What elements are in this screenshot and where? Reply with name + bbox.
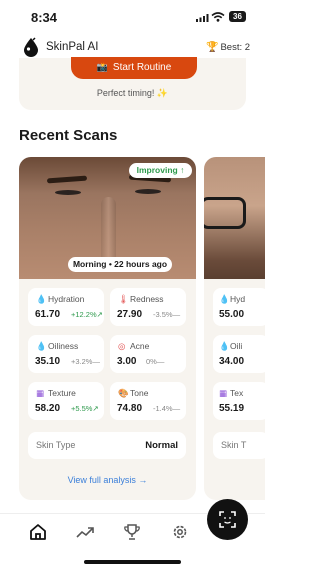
app-logo-icon bbox=[24, 37, 38, 57]
metric-label: Tone bbox=[130, 388, 149, 398]
scan-card[interactable]: Improving ↑ Morning • 22 hours ago 💧 Hyd… bbox=[19, 157, 196, 500]
face-brow-left bbox=[46, 175, 88, 184]
app-title: SkinPal AI bbox=[46, 41, 99, 53]
metric-label: Hydration bbox=[48, 294, 85, 304]
oil-drop-icon: 💧 bbox=[219, 341, 230, 351]
scan-photo bbox=[204, 157, 265, 279]
metric-label: Redness bbox=[130, 294, 164, 304]
palette-icon: 🎨 bbox=[118, 388, 129, 398]
start-routine-label: Start Routine bbox=[112, 62, 172, 73]
metric-value: 61.70 bbox=[35, 309, 61, 320]
metric-redness[interactable]: 🌡 Redness 27.90 -3.5%— bbox=[110, 288, 186, 326]
metric-value: 3.00 bbox=[117, 356, 137, 367]
trends-icon[interactable] bbox=[75, 523, 95, 541]
texture-grid-icon: ▦ bbox=[219, 388, 228, 398]
face-scan-icon bbox=[219, 511, 236, 528]
wifi-icon bbox=[211, 12, 225, 22]
metric-change: +5.5%↗ bbox=[71, 404, 99, 413]
trophy-icon[interactable] bbox=[123, 523, 141, 541]
metric-label: Acne bbox=[130, 341, 150, 351]
metric-value: 35.10 bbox=[35, 356, 61, 367]
droplet-icon: 💧 bbox=[36, 294, 47, 304]
section-title: Recent Scans bbox=[19, 127, 118, 144]
metric-value: 55.19 bbox=[219, 403, 245, 414]
texture-grid-icon: ▦ bbox=[36, 388, 45, 398]
face-scan-button[interactable] bbox=[207, 499, 248, 540]
metric-label: Hyd bbox=[230, 294, 246, 304]
status-bar: 8:34 36 bbox=[0, 0, 265, 34]
clock: 8:34 bbox=[31, 10, 58, 25]
metric-change: -1.4%— bbox=[153, 404, 181, 413]
battery-indicator: 36 bbox=[229, 11, 246, 22]
metric-label: Texture bbox=[48, 388, 76, 398]
metric-label: Tex bbox=[230, 388, 244, 398]
face-eye-right bbox=[135, 189, 161, 194]
home-indicator bbox=[84, 560, 181, 564]
metric-oiliness[interactable]: 💧 Oiliness 35.10 +3.2%— bbox=[28, 335, 104, 373]
skin-type-value: Normal bbox=[145, 440, 178, 451]
cellular-signal-icon bbox=[196, 14, 209, 22]
camera-emoji-icon: 📸 bbox=[96, 62, 108, 72]
thermometer-icon: 🌡 bbox=[118, 294, 129, 304]
face-eye-left bbox=[55, 190, 81, 195]
metric-hydration[interactable]: 💧 Hyd 55.00 bbox=[213, 288, 265, 326]
metric-hydration[interactable]: 💧 Hydration 61.70 +12.2%↗ bbox=[28, 288, 104, 326]
trophy-icon: 🏆 bbox=[206, 42, 219, 53]
metric-change: +12.2%↗ bbox=[71, 310, 103, 319]
scan-card[interactable]: 💧 Hyd 55.00 💧 Oili 34.00 ▦ Tex 55.19 Ski… bbox=[204, 157, 265, 500]
home-icon[interactable] bbox=[29, 523, 47, 541]
metric-change: +3.2%— bbox=[71, 357, 100, 366]
scan-time-label: Morning • 22 hours ago bbox=[68, 257, 172, 272]
metric-value: 58.20 bbox=[35, 403, 61, 414]
skin-type-label: Skin Type bbox=[36, 440, 76, 450]
metric-change: 0%— bbox=[146, 357, 165, 366]
metric-texture[interactable]: ▦ Tex 55.19 bbox=[213, 382, 265, 420]
start-routine-button[interactable]: 📸 Start Routine bbox=[71, 57, 197, 79]
best-streak[interactable]: 🏆 Best: 2 bbox=[206, 42, 250, 53]
view-full-analysis-link[interactable]: View full analysis → bbox=[19, 475, 196, 485]
skin-type-row: Skin T bbox=[213, 432, 265, 459]
settings-icon[interactable] bbox=[171, 523, 189, 541]
metric-value: 55.00 bbox=[219, 309, 245, 320]
metric-value: 27.90 bbox=[117, 309, 143, 320]
metric-tone[interactable]: 🎨 Tone 74.80 -1.4%— bbox=[110, 382, 186, 420]
metric-texture[interactable]: ▦ Texture 58.20 +5.5%↗ bbox=[28, 382, 104, 420]
timing-hint: Perfect timing! ✨ bbox=[96, 88, 169, 98]
metric-change: -3.5%— bbox=[153, 310, 181, 319]
metric-value: 74.80 bbox=[117, 403, 143, 414]
acne-icon: ◎ bbox=[118, 341, 126, 351]
oil-drop-icon: 💧 bbox=[36, 341, 47, 351]
metric-value: 34.00 bbox=[219, 356, 245, 367]
skin-type-row: Skin Type Normal bbox=[28, 432, 186, 459]
best-label: Best: 2 bbox=[220, 42, 251, 53]
metric-label: Oili bbox=[230, 341, 243, 351]
status-badge: Improving ↑ bbox=[129, 163, 192, 178]
metric-acne[interactable]: ◎ Acne 3.00 0%— bbox=[110, 335, 186, 373]
face-glasses bbox=[204, 197, 246, 229]
metric-label: Oiliness bbox=[48, 341, 79, 351]
metric-oiliness[interactable]: 💧 Oili 34.00 bbox=[213, 335, 265, 373]
droplet-icon: 💧 bbox=[219, 294, 230, 304]
skin-type-label: Skin T bbox=[221, 440, 247, 450]
